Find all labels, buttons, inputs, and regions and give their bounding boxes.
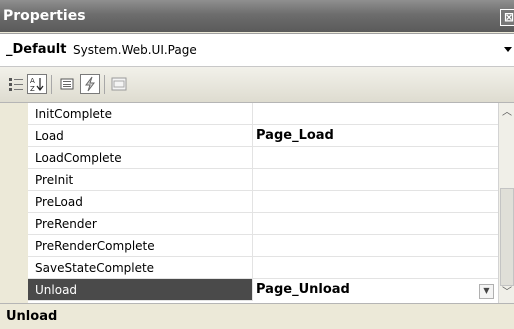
description-pane: Unload: [0, 303, 514, 329]
property-value[interactable]: [252, 191, 498, 213]
events-icon[interactable]: [80, 74, 100, 94]
property-name: PreInit: [35, 173, 74, 187]
grid-row-loadcomplete[interactable]: LoadComplete: [28, 147, 498, 169]
property-value[interactable]: Page_Load: [252, 125, 498, 147]
grid-row-prerendercomplete[interactable]: PreRenderComplete: [28, 235, 498, 257]
chevron-down-icon[interactable]: ▼: [479, 284, 494, 299]
property-value[interactable]: [252, 103, 498, 125]
property-name: InitComplete: [35, 107, 113, 121]
svg-text:A: A: [30, 77, 35, 85]
scroll-down-icon[interactable]: ﹀: [500, 285, 514, 301]
toolbar-separator: [51, 75, 52, 94]
property-name: Load: [35, 129, 64, 143]
object-name: _Default: [6, 42, 67, 57]
close-icon[interactable]: ⊠: [500, 9, 514, 26]
property-value[interactable]: [252, 147, 498, 169]
scroll-thumb[interactable]: [500, 188, 514, 286]
object-selector[interactable]: _Default System.Web.UI.Page: [0, 33, 514, 67]
property-value[interactable]: [252, 257, 498, 279]
property-name: PreRender: [35, 217, 97, 231]
property-name: Unload: [35, 283, 78, 297]
alphabetical-icon[interactable]: AZ: [27, 74, 47, 94]
object-type: System.Web.UI.Page: [73, 43, 197, 57]
property-name: SaveStateComplete: [35, 261, 155, 275]
property-grid: InitComplete Load Page_Load LoadComplete Pre…: [0, 103, 498, 303]
property-value[interactable]: [252, 213, 498, 235]
grid-row-preload[interactable]: PreLoad: [28, 191, 498, 213]
property-pages-icon[interactable]: [109, 74, 129, 94]
chevron-down-icon[interactable]: [504, 47, 512, 52]
properties-window: Properties ⊠ _Default System.Web.UI.Page…: [0, 0, 514, 329]
grid-row-unload[interactable]: Unload Page_Unload ▼: [28, 279, 498, 301]
grid-row-savestatecomplete[interactable]: SaveStateComplete: [28, 257, 498, 279]
title-bar: Properties ⊠: [0, 0, 514, 32]
property-name: PreRenderComplete: [35, 239, 155, 253]
properties-icon[interactable]: [57, 74, 77, 94]
property-value[interactable]: Page_Unload: [252, 279, 498, 301]
vertical-scrollbar[interactable]: ︿ ﹀: [498, 103, 514, 303]
window-title: Properties: [3, 8, 86, 24]
scroll-up-icon[interactable]: ︿: [500, 105, 514, 121]
grid-row-prerender[interactable]: PreRender: [28, 213, 498, 235]
property-name: PreLoad: [35, 195, 83, 209]
toolbar: AZ: [0, 67, 514, 103]
grid-row-initcomplete[interactable]: InitComplete: [28, 103, 498, 125]
property-name: LoadComplete: [35, 151, 122, 165]
property-value[interactable]: [252, 169, 498, 191]
grid-row-load[interactable]: Load Page_Load: [28, 125, 498, 147]
toolbar-separator: [104, 75, 105, 94]
grid-row-preinit[interactable]: PreInit: [28, 169, 498, 191]
svg-text:Z: Z: [30, 85, 35, 92]
description-title: Unload: [6, 309, 58, 324]
grid-gutter: [0, 103, 28, 303]
categorized-icon[interactable]: [6, 74, 26, 94]
property-value[interactable]: [252, 235, 498, 257]
